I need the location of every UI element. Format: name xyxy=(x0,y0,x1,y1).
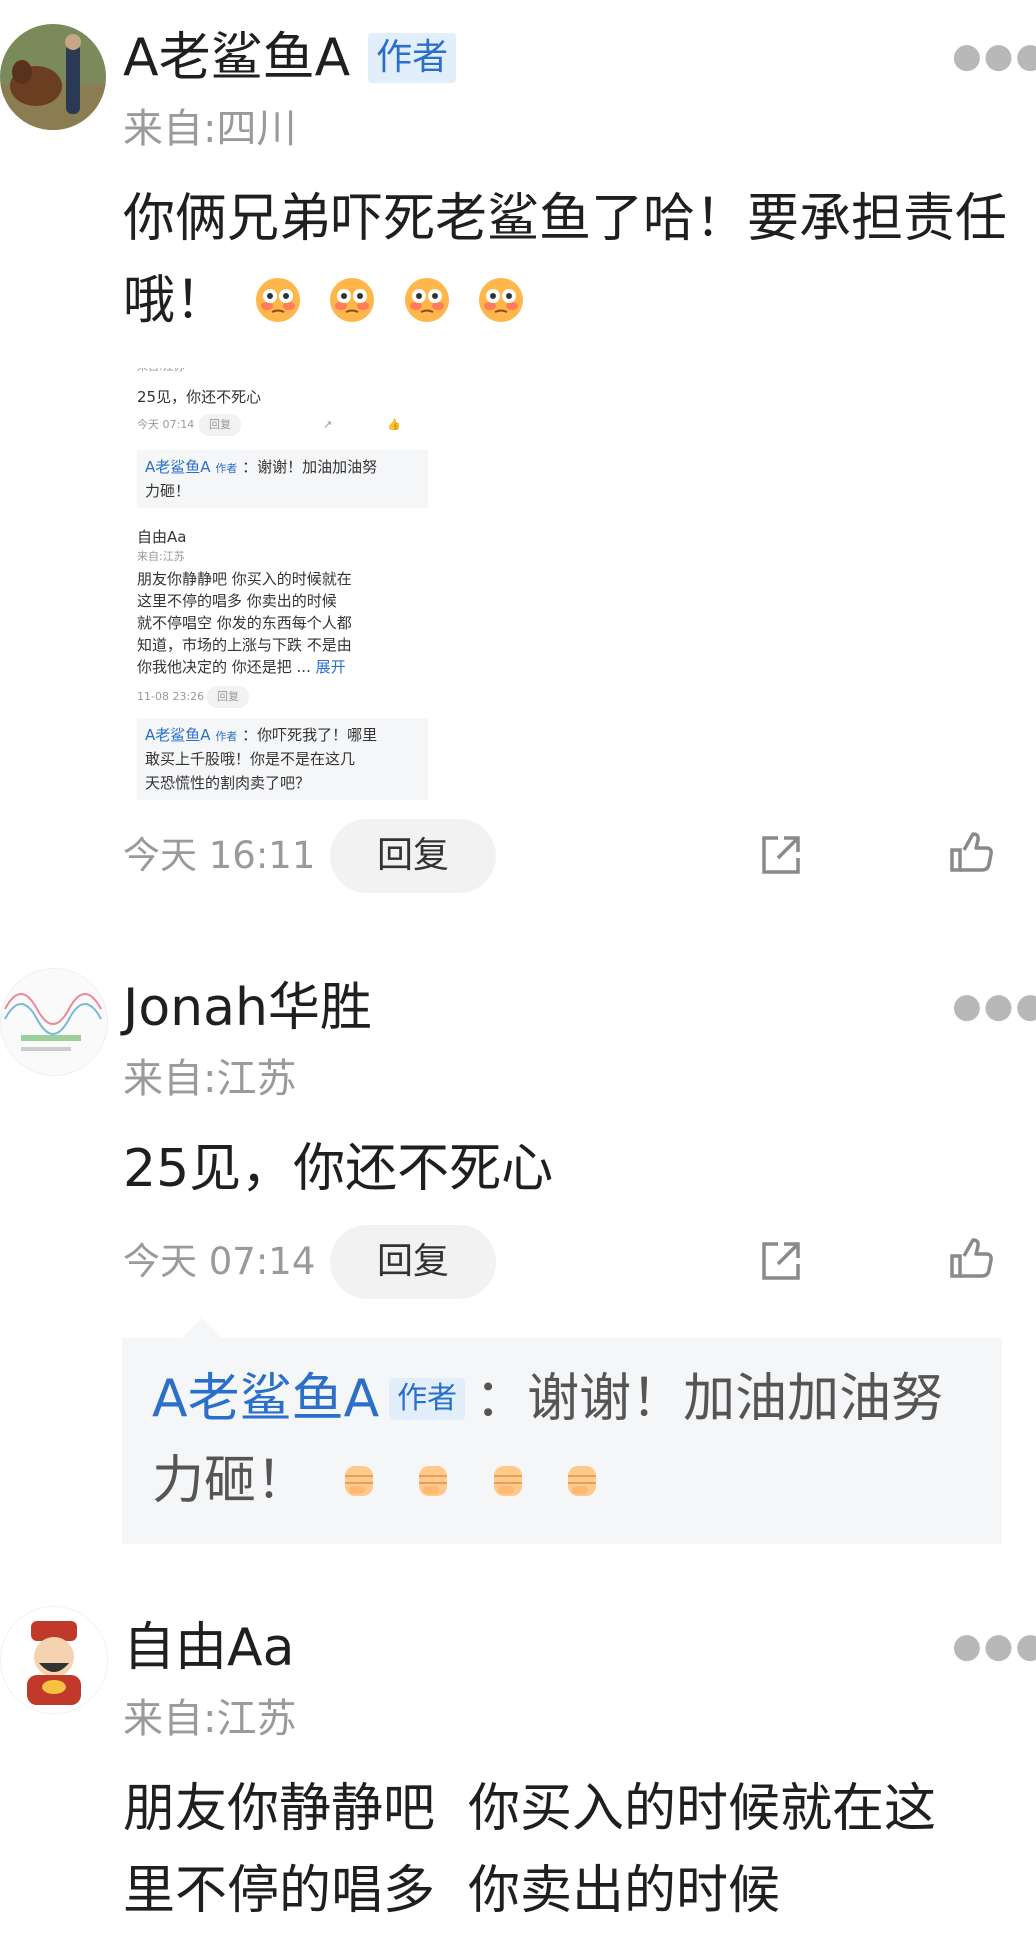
like-icon[interactable] xyxy=(948,830,994,876)
shot-c2-line2: 这里不停的唱多 你卖出的时候 xyxy=(137,592,337,610)
reply-thread[interactable]: A老鲨鱼A 作者 ：谢谢！加油加油努力砸！ xyxy=(122,1338,1002,1544)
avatar[interactable] xyxy=(0,24,106,130)
shot-reply-author: A老鲨鱼A xyxy=(145,458,211,476)
comment-text: 朋友你静静吧 你买入的时候就在这里不停的唱多 你卖出的时候 xyxy=(123,1779,937,1921)
reply-button[interactable]: 回复 xyxy=(330,1225,496,1299)
shot-reply-badge: 作者 xyxy=(215,462,238,475)
attached-screenshot-image[interactable]: 来自:江苏 25见，你还不死心 今天 07:14 回复 ↗ 👍 A老鲨鱼A 作者… xyxy=(137,368,428,800)
commenter-name[interactable]: A老鲨鱼A 作者 xyxy=(123,28,457,88)
shot-commenter-name: 自由Aa xyxy=(137,528,187,546)
shot-expand-link: 展开 xyxy=(315,658,346,676)
shot-c2-line3: 就不停唱空 你发的东西每个人都 xyxy=(137,614,352,632)
location-label: 来自:江苏 xyxy=(123,1056,297,1102)
shot-reply2-badge: 作者 xyxy=(215,730,238,743)
shot-reply-button: 回复 xyxy=(199,414,241,436)
shot-reply-line1: A老鲨鱼A 作者 ：谢谢！加油加油努 xyxy=(145,456,377,480)
shot-c2-line5: 你我他决定的 你还是把 ... 展开 xyxy=(137,656,346,678)
shot-comment-text: 25见，你还不死心 xyxy=(137,388,262,406)
shot-reply2-author: A老鲨鱼A xyxy=(145,726,211,744)
commenter-name[interactable]: 自由Aa xyxy=(123,1618,294,1678)
comment-text: 你俩兄弟吓死老鲨鱼了哈！要承担责任哦！ xyxy=(123,178,1013,342)
shot-c2-time: 11-08 23:26 xyxy=(137,690,205,703)
shot-reply2-line1: A老鲨鱼A 作者 ：你吓死我了！哪里 xyxy=(145,724,377,748)
shot-reply2-line3: 天恐慌性的割肉卖了吧？ xyxy=(145,774,311,792)
comment-text: 25见，你还不死心 xyxy=(123,1139,554,1199)
reply-thread-pointer xyxy=(180,1318,224,1340)
reply-button[interactable]: 回复 xyxy=(330,819,496,893)
shot-c2-line4: 知道，市场的上涨与下跌 不是由 xyxy=(137,636,352,654)
shot-reply-line2: 力砸！ xyxy=(145,482,191,500)
comment-time: 今天 07:14 xyxy=(123,1240,316,1283)
author-badge: 作者 xyxy=(389,1378,466,1420)
shot-reply2-text: ：你吓死我了！哪里 xyxy=(242,726,378,744)
shot-share-icon: ↗ xyxy=(323,418,333,431)
more-options-icon[interactable]: ●●● xyxy=(952,1626,1036,1666)
author-badge: 作者 xyxy=(368,33,457,83)
flushed-face-emoji-icon xyxy=(244,271,526,331)
commenter-name-text[interactable]: A老鲨鱼A xyxy=(123,28,350,88)
location-label: 来自:江苏 xyxy=(123,1696,297,1742)
shot-like-icon: 👍 xyxy=(387,418,401,431)
more-options-icon[interactable]: ●●● xyxy=(952,986,1036,1026)
avatar[interactable] xyxy=(0,968,108,1076)
shot-time: 今天 07:14 xyxy=(137,418,195,431)
more-options-icon[interactable]: ●●● xyxy=(952,36,1036,76)
location-label: 来自:四川 xyxy=(123,106,297,152)
reply-author-name[interactable]: A老鲨鱼A xyxy=(152,1369,379,1429)
avatar[interactable] xyxy=(0,1606,108,1714)
shot-commenter-location: 来自:江苏 xyxy=(137,550,185,563)
shot-c2-line5-text: 你我他决定的 你还是把 ... xyxy=(137,658,311,676)
shot-reply2-line2: 敢买上千股哦！你是不是在这几 xyxy=(145,750,356,768)
share-icon[interactable] xyxy=(758,832,804,878)
shot-location: 来自:江苏 xyxy=(137,368,185,378)
share-icon[interactable] xyxy=(758,1238,804,1284)
reply-separator: ： xyxy=(475,1369,528,1429)
reply-thread-text: A老鲨鱼A 作者 ：谢谢！加油加油努力砸！ xyxy=(152,1358,992,1522)
shot-c2-line1: 朋友你静静吧 你买入的时候就在 xyxy=(137,570,352,588)
like-icon[interactable] xyxy=(948,1236,994,1282)
shot-c2-reply-button: 回复 xyxy=(207,686,249,708)
commenter-name[interactable]: Jonah华胜 xyxy=(123,978,372,1038)
fist-emoji-icon xyxy=(325,1451,607,1511)
comment-time: 今天 16:11 xyxy=(123,834,316,877)
shot-reply-text: ：谢谢！加油加油努 xyxy=(242,458,378,476)
